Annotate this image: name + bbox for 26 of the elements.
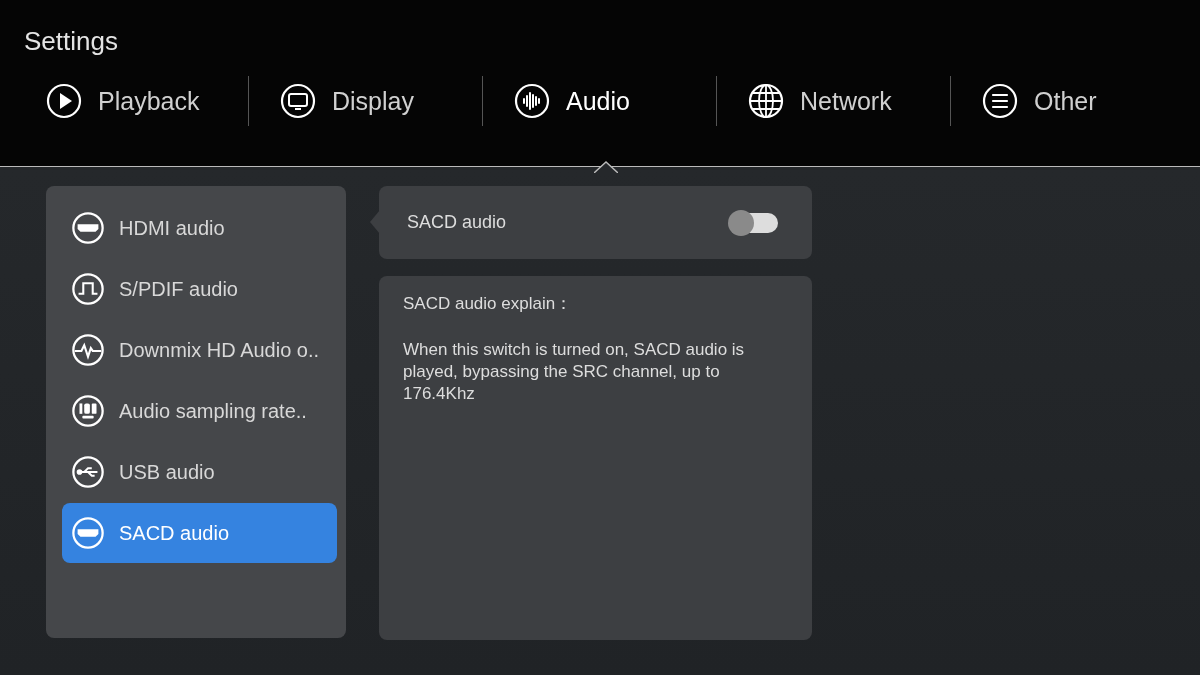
menu-item[interactable]: SACD audio: [62, 503, 337, 563]
setting-label: SACD audio: [407, 212, 507, 233]
menu-item[interactable]: Audio sampling rate..: [62, 381, 337, 441]
explain-heading: SACD audio explain：: [403, 293, 574, 315]
tab[interactable]: Playback: [46, 71, 248, 131]
sound-wave-icon: [514, 83, 550, 119]
menu-item[interactable]: Downmix HD Audio o..: [62, 320, 337, 380]
connector-icon: [71, 516, 105, 550]
tab[interactable]: Other: [982, 71, 1184, 131]
globe-icon: [748, 83, 784, 119]
menu-item[interactable]: S/PDIF audio: [62, 259, 337, 319]
monitor-icon: [280, 83, 316, 119]
square-wave-icon: [71, 272, 105, 306]
play-icon: [46, 83, 82, 119]
tab[interactable]: Audio: [514, 71, 716, 131]
tab[interactable]: Display: [280, 71, 482, 131]
menu-icon: [982, 83, 1018, 119]
sample-rate-icon: [71, 394, 105, 428]
usb-icon: [71, 455, 105, 489]
page-title: Settings: [23, 25, 119, 56]
connector-icon: [71, 211, 105, 245]
tab[interactable]: Network: [748, 71, 950, 131]
menu-item[interactable]: USB audio: [62, 442, 337, 502]
explain-text: When this switch is turned on, SACD audio is played, bypassing the SRC channel, up to 176.4Khz: [403, 339, 746, 405]
menu-item[interactable]: HDMI audio: [62, 198, 337, 258]
heartbeat-icon: [71, 333, 105, 367]
